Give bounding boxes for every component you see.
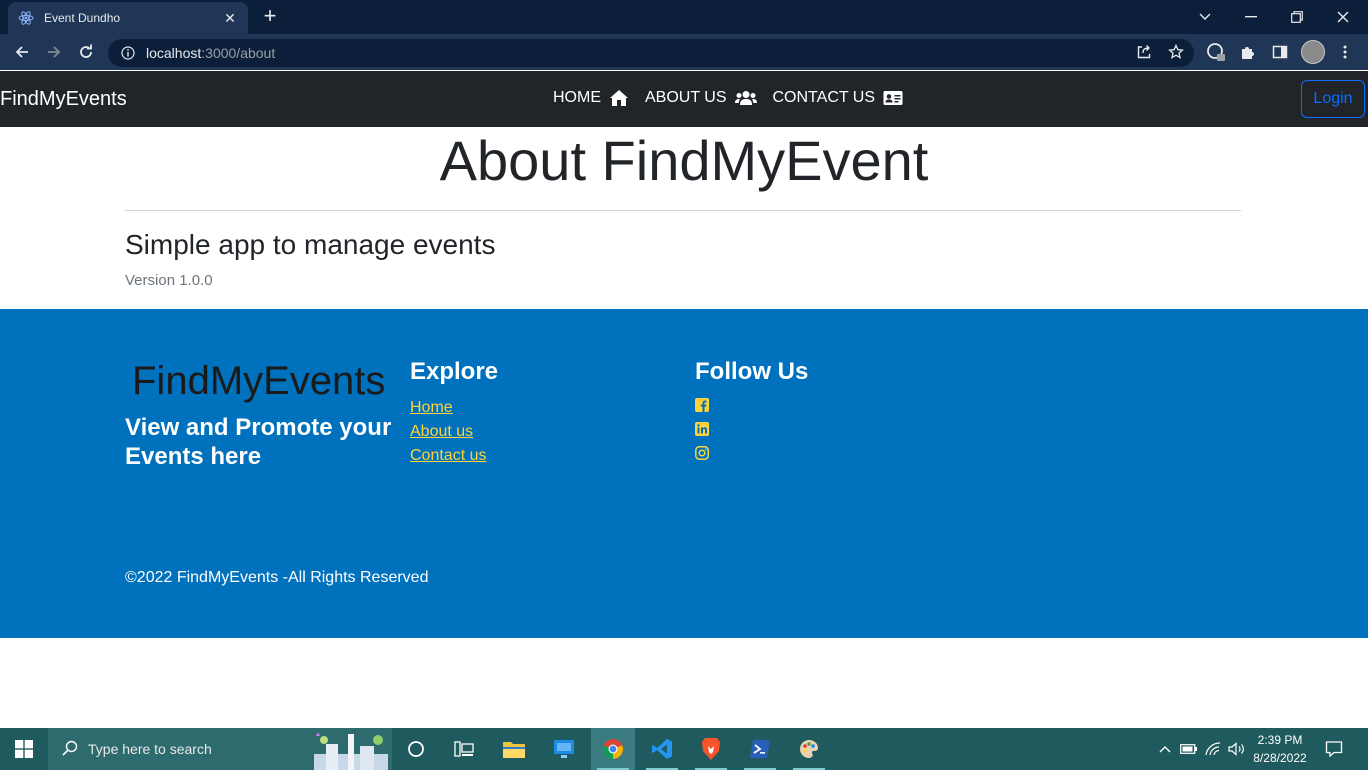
explore-heading: Explore [410,358,499,385]
clock-time: 2:39 PM [1257,733,1303,747]
about-subtitle: Simple app to manage events [125,229,496,260]
back-icon[interactable] [10,40,34,64]
windows-start-icon[interactable] [0,728,48,770]
nav-home-label: HOME [553,89,601,106]
footer-brand: FindMyEvents [132,359,386,403]
site-info-icon[interactable] [120,45,136,61]
nav-home[interactable]: HOME [553,89,629,107]
instagram-icon[interactable] [695,446,711,462]
address-bar[interactable]: localhost:3000/about [108,39,1194,67]
tab-title: Event Dundho [44,11,121,25]
copyright-text: ©2022 FindMyEvents -All Rights Reserved [125,569,429,586]
wifi-icon[interactable] [1203,728,1223,770]
desktop-app-icon[interactable] [542,728,586,770]
close-window-icon[interactable] [1320,0,1366,34]
share-icon[interactable] [1133,41,1155,63]
chevron-up-icon[interactable] [1155,728,1175,770]
address-card-icon [883,90,903,106]
explore-links: Home About us Contact us [410,396,486,468]
search-placeholder: Type here to search [88,741,212,757]
tab-search-icon[interactable] [1182,0,1228,34]
browser-tab-strip: Event Dundho ✕ + [0,0,1368,34]
follow-heading: Follow Us [695,358,809,385]
users-icon [734,90,757,106]
restore-icon[interactable] [1274,0,1320,34]
reload-icon[interactable] [74,40,98,64]
cortana-icon[interactable] [394,728,438,770]
navbar-brand[interactable]: FindMyEvents [0,88,127,111]
browser-tab[interactable]: Event Dundho ✕ [8,2,248,34]
divider [125,210,1241,211]
linkedin-icon[interactable] [695,422,711,438]
version-text: Version 1.0.0 [125,272,213,289]
login-button[interactable]: Login [1301,80,1365,118]
app-navbar: FindMyEvents HOME ABOUT US CONTACT US Lo… [0,71,1368,127]
footer-link-home[interactable]: Home [410,396,486,420]
bookmark-star-icon[interactable] [1165,41,1187,63]
nav-contact[interactable]: CONTACT US [773,89,904,107]
menu-kebab-icon[interactable] [1334,41,1356,63]
footer-tagline: View and Promote your Events here [125,414,392,470]
minimize-icon[interactable] [1228,0,1274,34]
react-icon [18,10,34,26]
nav-links: HOME ABOUT US CONTACT US [553,89,919,107]
puzzle-icon[interactable] [1237,41,1259,63]
nav-about[interactable]: ABOUT US [645,89,757,107]
footer-link-about[interactable]: About us [410,420,486,444]
extension-icon[interactable] [1205,41,1227,63]
search-highlight-image [312,730,390,770]
close-tab-icon[interactable]: ✕ [222,10,238,26]
clock-date: 8/28/2022 [1253,751,1307,765]
side-panel-icon[interactable] [1269,41,1291,63]
paint-icon[interactable] [787,728,831,770]
brave-icon[interactable] [689,728,733,770]
taskbar: Type here to search 2:39 PM 8/28/2022 [0,728,1368,770]
notification-icon[interactable] [1320,728,1348,770]
nav-contact-label: CONTACT US [772,89,876,106]
browser-toolbar: localhost:3000/about [0,34,1368,70]
footer: FindMyEvents View and Promote your Event… [0,309,1368,638]
home-icon [609,89,629,107]
nav-about-label: ABOUT US [645,89,727,106]
page-title: About FindMyEvent [439,129,929,192]
footer-link-contact[interactable]: Contact us [410,444,486,468]
url-path: :3000/about [201,45,276,61]
battery-icon[interactable] [1179,728,1199,770]
profile-avatar[interactable] [1301,40,1325,64]
task-view-icon[interactable] [442,728,486,770]
file-explorer-icon[interactable] [492,728,536,770]
search-icon [62,740,78,759]
chrome-icon[interactable] [591,728,635,770]
system-clock[interactable]: 2:39 PM 8/28/2022 [1244,731,1316,767]
forward-icon[interactable] [42,40,66,64]
social-links [695,398,711,470]
new-tab-icon[interactable]: + [258,5,282,29]
vscode-icon[interactable] [640,728,684,770]
url-host: localhost [146,45,202,61]
powershell-icon[interactable] [738,728,782,770]
facebook-icon[interactable] [695,398,711,414]
